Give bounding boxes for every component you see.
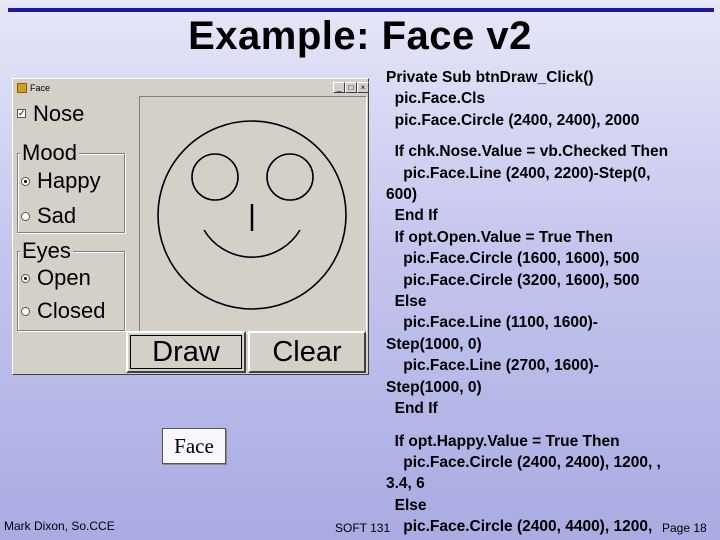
code-line: Step(1000, 0) [386, 335, 482, 353]
footer-author: Mark Dixon, So.CCE [4, 519, 115, 533]
code-line: pic.Face.Circle (2400, 2400), 1200, , [386, 453, 661, 471]
radio-unselected-icon[interactable] [21, 212, 30, 221]
clear-button[interactable]: Clear [248, 331, 366, 373]
nose-label: Nose [33, 101, 85, 126]
code-line: pic.Face.Line (1100, 1600)- [386, 314, 598, 332]
smile-arc [203, 229, 301, 258]
radio-selected-icon[interactable] [21, 274, 30, 283]
checkbox-checked-icon[interactable]: ✓ [17, 109, 26, 118]
happy-radio[interactable]: Happy [17, 168, 122, 198]
code-line: Else [386, 496, 427, 514]
code-line: Private Sub btnDraw_Click() [386, 69, 594, 86]
window-title: Face [30, 83, 51, 93]
mood-frame-caption: Mood [20, 140, 80, 166]
code-line: pic.Face.Circle (1600, 1600), 500 [386, 250, 640, 268]
sad-radio[interactable]: Sad [17, 203, 122, 233]
face-picture-box[interactable] [139, 96, 367, 334]
footer-course: SOFT 131 [335, 521, 391, 535]
code-line: Step(1000, 0) [386, 378, 482, 396]
left-eye [191, 153, 239, 201]
smiley-face-drawing [157, 120, 347, 310]
closed-radio[interactable]: Closed [17, 298, 122, 328]
code-line: If opt.Open.Value = True Then [386, 228, 613, 246]
radio-selected-icon[interactable] [21, 177, 30, 186]
maximize-button[interactable]: □ [345, 82, 357, 93]
face-caption-box: Face [162, 428, 226, 464]
code-listing: Private Sub btnDraw_Click() pic.Face.Cls… [386, 67, 716, 538]
footer-page-number: Page 18 [662, 521, 707, 535]
code-line: pic.Face.Cls [386, 90, 486, 108]
code-line: pic.Face.Circle (3200, 1600), 500 [386, 271, 640, 289]
code-line: pic.Face.Line (2400, 2200)-Step(0, [386, 164, 651, 182]
closed-label: Closed [37, 298, 106, 323]
code-line: 600) [386, 186, 418, 204]
code-line: End If [386, 400, 438, 418]
happy-label: Happy [37, 168, 101, 193]
code-line: If opt.Happy.Value = True Then [386, 432, 620, 450]
draw-button[interactable]: Draw [126, 331, 246, 373]
code-line: Else [386, 293, 427, 311]
window-titlebar[interactable]: Face _ □ × [15, 81, 369, 95]
radio-unselected-icon[interactable] [21, 307, 30, 316]
code-line: If chk.Nose.Value = vb.Checked Then [386, 143, 669, 161]
right-eye [266, 153, 314, 201]
open-label: Open [37, 265, 91, 290]
code-line: End If [386, 207, 438, 225]
sad-label: Sad [37, 203, 77, 228]
close-button[interactable]: × [357, 82, 369, 93]
slide-title: Example: Face v2 [188, 14, 532, 58]
minimize-button[interactable]: _ [333, 82, 345, 93]
eyes-frame-caption: Eyes [20, 238, 73, 264]
code-line: pic.Face.Circle (2400, 2400), 2000 [386, 111, 640, 129]
code-line: pic.Face.Line (2700, 1600)- [386, 357, 599, 375]
open-radio[interactable]: Open [17, 265, 122, 295]
code-line: 3.4, 6 [386, 475, 425, 493]
title-rule [8, 8, 714, 12]
nose-checkbox[interactable]: ✓ Nose [13, 101, 123, 131]
face-form-window: Face _ □ × ✓ Nose Mood Happy Sad Eyes Op… [12, 78, 369, 375]
app-icon [17, 83, 27, 93]
